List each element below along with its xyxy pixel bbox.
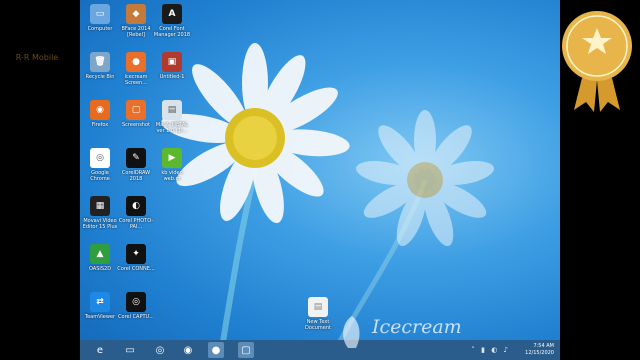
- corel-capture-icon: ◎: [126, 292, 146, 312]
- desktop-icon[interactable]: ◉ Firefox: [81, 100, 119, 128]
- badge-text: R-R Mobile: [15, 53, 59, 62]
- chrome-icon: ◎: [90, 148, 110, 168]
- chrome-icon[interactable]: ◎: [152, 342, 168, 358]
- app-icon: ◆: [126, 4, 146, 24]
- video-file-icon: ▶: [162, 148, 182, 168]
- firefox-icon[interactable]: ◉: [180, 342, 196, 358]
- desktop-icon[interactable]: ▭ Computer: [81, 4, 119, 32]
- image-file-icon: ▣: [162, 52, 182, 72]
- clock-time: 7:54 AM: [533, 343, 554, 349]
- badge-seal: [562, 11, 632, 112]
- icecream-watermark-text: Icecream: [372, 316, 462, 338]
- desktop-icon-label: Corel Font Manager 2018: [153, 26, 191, 38]
- computer-icon: ▭: [90, 4, 110, 24]
- desktop-icon[interactable]: ▢ Screenshot: [117, 100, 155, 128]
- desktop-icon-label: Recycle Bin: [85, 74, 115, 80]
- desktop-icon[interactable]: ● Icecream Screen...: [117, 52, 155, 86]
- corel-font-icon: A: [162, 4, 182, 24]
- text-file-icon: ▤: [308, 297, 328, 317]
- desktop-icon[interactable]: ⇄ TeamViewer: [81, 292, 119, 320]
- desktop-icon[interactable]: ◐ Corel PHOTO-PAI...: [117, 196, 155, 230]
- screenshot-icon: ▢: [126, 100, 146, 120]
- desktop-icon[interactable]: ▦ Movavi Video Editor 15 Plus: [81, 196, 119, 230]
- taskbar: e ▭ ◎ ◉ ● ▢ ˄ ▮ ◐ ♪ 7:54 AM 12/15/2020: [80, 340, 560, 360]
- desktop-icon-label: OASIS2D: [88, 266, 112, 272]
- clock[interactable]: 7:54 AM 12/15/2020: [525, 343, 554, 357]
- desktop-icon-label: CorelDRAW 2018: [121, 170, 151, 182]
- desktop-icon-label: Icecream Screen...: [124, 74, 148, 86]
- desktop-icon[interactable]: ▶ kb video web.m: [153, 148, 191, 182]
- desktop-icon-label: Corel CONNE...: [117, 266, 155, 272]
- desktop-icon-label: Screenshot: [122, 122, 150, 128]
- corel-photo-icon: ◐: [126, 196, 146, 216]
- teamviewer-icon: ⇄: [90, 292, 110, 312]
- desktop-icon[interactable]: A Corel Font Manager 2018: [153, 4, 191, 38]
- icecream-recorder-icon: ●: [126, 52, 146, 72]
- desktop: ▭ Computer ◆ BFace 2014 [Rebel] A Corel Font …: [80, 0, 560, 360]
- file-explorer-icon[interactable]: ▭: [122, 342, 138, 358]
- desktop-icon-label: TeamViewer: [84, 314, 116, 320]
- desktop-icon[interactable]: ◎ Google Chrome: [81, 148, 119, 182]
- desktop-icon-label: BFace 2014 [Rebel]: [121, 26, 151, 38]
- desktop-icon-label: Corel CAPTU...: [118, 314, 154, 320]
- desktop-icon-label: Corel PHOTO-PAI...: [118, 218, 154, 230]
- desktop-icon[interactable]: ▤ Mal & METAL ver 1.0 (1)...: [153, 100, 191, 134]
- desktop-icon-label: Movavi Video Editor 15 Plus: [82, 218, 118, 230]
- firefox-icon: ◉: [90, 100, 110, 120]
- desktop-icon-label: Firefox: [91, 122, 109, 128]
- desktop-icon[interactable]: ✎ CorelDRAW 2018: [117, 148, 155, 182]
- desktop-icon[interactable]: ▣ Untitled-1: [153, 52, 191, 80]
- desktop-icon-label: Computer: [87, 26, 113, 32]
- desktop-icon[interactable]: ◎ Corel CAPTU...: [117, 292, 155, 320]
- corel-connect-icon: ✦: [126, 244, 146, 264]
- desktop-icon-new-text-document[interactable]: ▤ New Text Document: [299, 297, 337, 331]
- desktop-icon[interactable]: ◆ BFace 2014 [Rebel]: [117, 4, 155, 38]
- movavi-icon: ▦: [90, 196, 110, 216]
- icecream-recorder-icon[interactable]: ●: [208, 342, 224, 358]
- desktop-icon[interactable]: 🗑 Recycle Bin: [81, 52, 119, 80]
- document-icon: ▤: [162, 100, 182, 120]
- desktop-icon-label: Untitled-1: [159, 74, 185, 80]
- internet-explorer-icon[interactable]: e: [92, 342, 108, 358]
- clock-date: 12/15/2020: [525, 350, 554, 356]
- recycle-bin-icon: 🗑: [90, 52, 110, 72]
- coreldraw-icon: ✎: [126, 148, 146, 168]
- screenshot-icon[interactable]: ▢: [238, 342, 254, 358]
- desktop-icon-label: Mal & METAL ver 1.0 (1)...: [155, 122, 189, 134]
- desktop-icon-label: kb video web.m: [161, 170, 183, 182]
- oasis-icon: ▲: [90, 244, 110, 264]
- desktop-icon-label: Google Chrome: [90, 170, 110, 182]
- desktop-icon[interactable]: ✦ Corel CONNE...: [117, 244, 155, 272]
- desktop-icon-label: New Text Document: [305, 319, 331, 331]
- desktop-icon[interactable]: ▲ OASIS2D: [81, 244, 119, 272]
